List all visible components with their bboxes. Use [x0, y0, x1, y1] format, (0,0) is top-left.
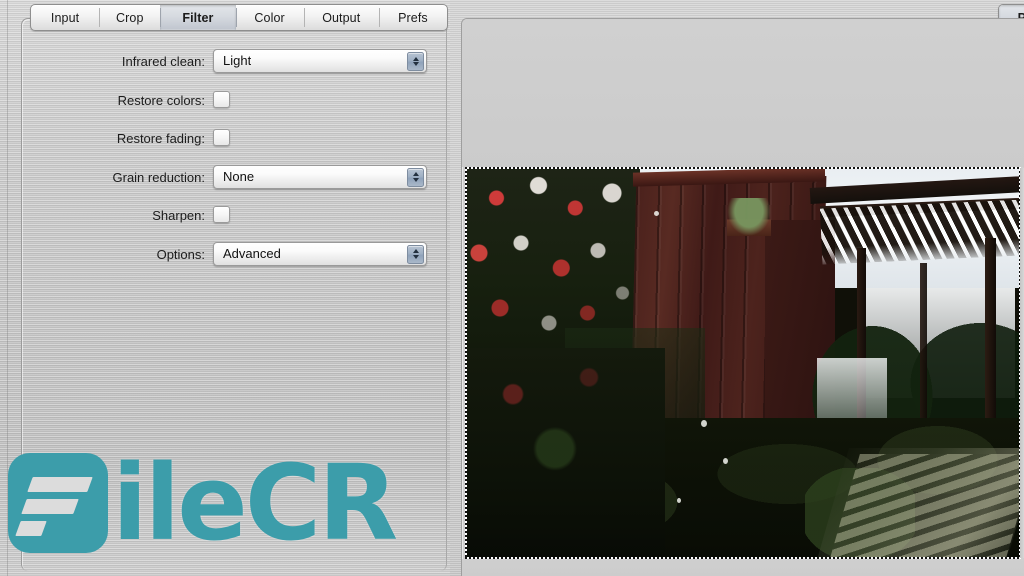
checkbox-sharpen[interactable] [213, 206, 230, 223]
form-row: Infrared clean: Light [0, 49, 450, 88]
preview-panel: PreviewScanPreview Hist.Scan Hist. [450, 0, 1024, 576]
label-restore-colors: Restore colors: [117, 92, 205, 108]
checkbox-restore-colors[interactable] [213, 90, 230, 108]
label-infrared-clean: Infrared clean: [121, 54, 205, 69]
options-tab-bar[interactable]: Input Crop Filter Color Output Prefs [30, 4, 448, 31]
photo-highlight-dot [701, 420, 707, 427]
photo-highlight-dot [677, 498, 681, 503]
chevron-up-down-icon[interactable] [407, 52, 424, 71]
filter-options-form: Infrared clean: Light Restore colors: Resto… [0, 49, 450, 280]
popup-grain-reduction[interactable]: None [213, 164, 427, 189]
label-options: Options: [156, 246, 205, 262]
preview-image[interactable] [465, 168, 1021, 558]
form-row: Sharpen: [0, 203, 450, 242]
tab-filter[interactable]: Filter [160, 5, 236, 30]
control-cell: Light [213, 49, 427, 73]
control-cell: Advanced [213, 241, 427, 266]
photo-foliage-left [465, 348, 665, 558]
form-row: Grain reduction: None [0, 164, 450, 204]
popup-infrared-clean[interactable]: Light [213, 49, 427, 73]
photo-highlight-dot [723, 458, 728, 464]
tab-prefs[interactable]: Prefs [378, 5, 447, 30]
control-cell [213, 126, 230, 146]
preview-bottom-area [462, 559, 1024, 576]
chevron-up-down-icon[interactable] [407, 244, 424, 264]
control-cell [213, 88, 230, 108]
popup-options[interactable]: Advanced [213, 241, 427, 266]
form-row: Options: Advanced [0, 241, 450, 281]
control-cell [213, 203, 230, 223]
control-cell: None [213, 164, 427, 189]
photo-highlight-dot [654, 211, 659, 216]
label-sharpen: Sharpen: [152, 208, 205, 223]
preview-scroll-edge[interactable] [1020, 168, 1024, 558]
options-panel: Input Crop Filter Color Output Prefs Infrared… [0, 0, 450, 576]
checkbox-restore-fading[interactable] [213, 129, 230, 146]
photo-stone-path-stones [830, 454, 1021, 558]
tab-color[interactable]: Color [235, 5, 304, 30]
label-restore-fading: Restore fading: [116, 131, 205, 146]
chevron-up-down-icon[interactable] [407, 167, 424, 187]
tab-input[interactable]: Input [31, 5, 99, 30]
tab-crop[interactable]: Crop [99, 5, 160, 30]
photo-hanging-basket [727, 198, 771, 236]
preview-frame[interactable] [461, 18, 1024, 576]
label-grain-reduction: Grain reduction: [112, 169, 206, 185]
tab-output[interactable]: Output [303, 5, 379, 30]
popup-value: None [223, 168, 255, 184]
form-row: Restore fading: [0, 126, 450, 165]
popup-value: Advanced [223, 245, 281, 261]
preview-empty-area [462, 19, 1024, 167]
app-window: Input Crop Filter Color Output Prefs Infrared… [0, 0, 1024, 576]
popup-value: Light [223, 53, 252, 68]
form-row: Restore colors: [0, 88, 450, 127]
